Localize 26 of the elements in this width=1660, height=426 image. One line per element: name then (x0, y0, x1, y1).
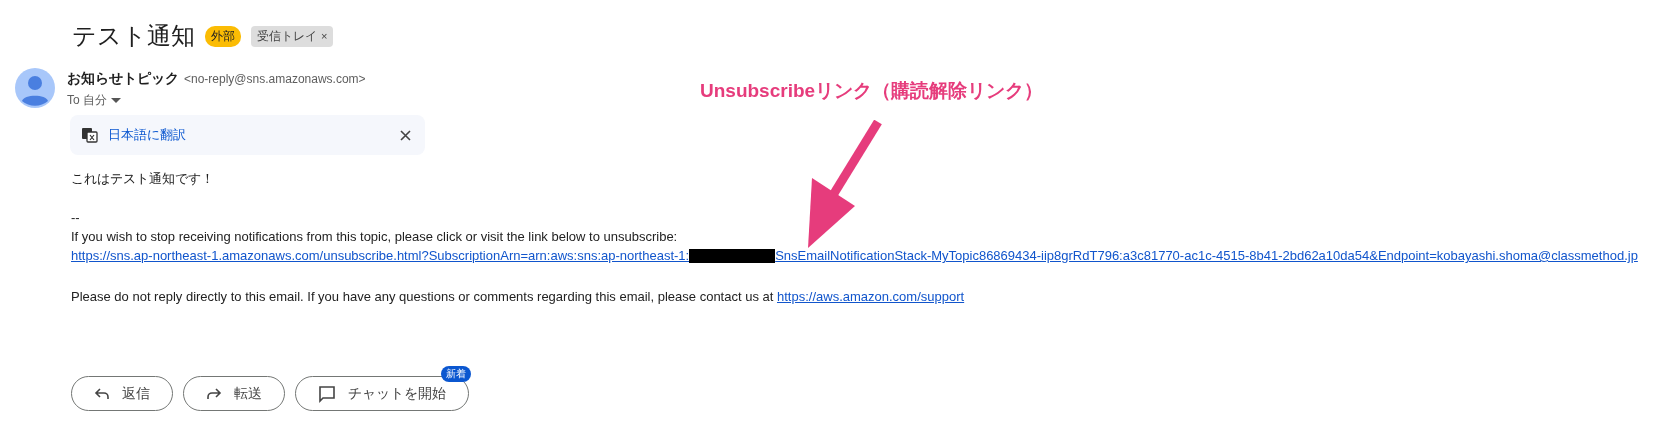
folder-label: 受信トレイ × (251, 25, 334, 47)
email-subject: テスト通知 (72, 21, 195, 52)
close-icon[interactable] (400, 129, 411, 141)
remove-icon[interactable]: × (321, 30, 328, 42)
sender-address: <no-reply@sns.amazonaws.com> (184, 72, 366, 86)
support-link[interactable]: https://aws.amazon.com/support (777, 287, 965, 306)
unsubscribe-link[interactable]: https://sns.ap-northeast-1.amazonaws.com/unsubscribe.html?SubscriptionArn=arn:aws:sns:ap-northeast-1: (71, 246, 690, 265)
forward-icon (206, 386, 222, 401)
external-label: 外部 (205, 25, 241, 47)
avatar-icon (15, 68, 55, 108)
unsubscribe-text: If you wish to stop receiving notifications from this topic, please click or visit the link below to unsubscribe: (71, 228, 679, 246)
body-text: これはテスト通知です！ (71, 170, 215, 188)
reply-button[interactable]: 返信 (71, 376, 173, 411)
unsubscribe-link[interactable]: SnsEmailNotificationStack-MyTopic86869434-iip8grRdT796:a3c81770-ac1c-4515-8b41-2bd62a10da54&Endpoint=kobayashi.shoma@classmethod.jp (775, 246, 1638, 265)
chat-icon (318, 384, 336, 403)
forward-button[interactable]: 転送 (183, 376, 285, 411)
translate-icon (82, 127, 98, 143)
annotation-text: Unsubscribeリンク（購読解除リンク） (700, 79, 1044, 103)
recipient-text: To 自分 (67, 92, 107, 109)
sender-name: お知らせトピック (67, 70, 179, 88)
signature-separator: -- (71, 209, 81, 227)
new-badge: 新着 (441, 366, 471, 382)
reply-icon (94, 386, 110, 401)
caret-icon[interactable] (111, 97, 121, 104)
translate-link[interactable]: 日本語に翻訳 (108, 126, 390, 144)
contact-text: Please do not reply directly to this email. If you have any questions or comments regarding this email, please contact us at (71, 288, 775, 306)
